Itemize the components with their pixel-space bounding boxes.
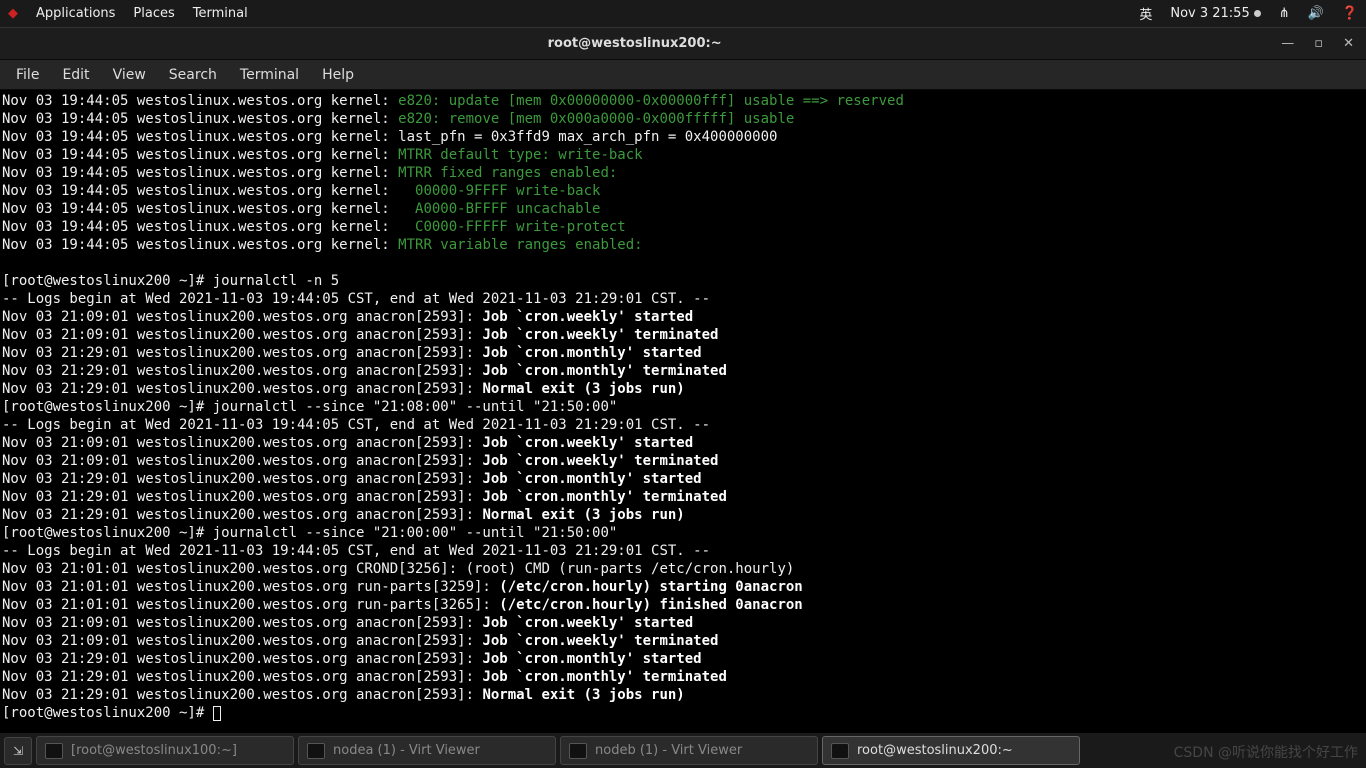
places-menu[interactable]: Places: [133, 6, 174, 21]
network-icon[interactable]: ⋔: [1279, 6, 1290, 21]
menu-help[interactable]: Help: [312, 64, 364, 86]
taskbar-item-nodeb[interactable]: nodeb (1) - Virt Viewer: [560, 736, 818, 765]
window-title: root@westoslinux200:~: [0, 36, 1269, 51]
terminal-icon: [45, 743, 63, 759]
taskbar-item-terminal-200[interactable]: root@westoslinux200:~: [822, 736, 1080, 765]
virt-viewer-icon: [307, 743, 325, 759]
help-icon[interactable]: ❓: [1342, 6, 1358, 21]
clock[interactable]: Nov 3 21:55: [1170, 6, 1260, 21]
maximize-button[interactable]: ▫: [1314, 36, 1323, 51]
close-button[interactable]: ✕: [1343, 36, 1354, 51]
volume-icon[interactable]: 🔊: [1308, 6, 1324, 21]
show-desktop-button[interactable]: ⇲: [4, 737, 32, 765]
menu-search[interactable]: Search: [159, 64, 227, 86]
menu-bar: File Edit View Search Terminal Help: [0, 60, 1366, 90]
top-panel: ◆ Applications Places Terminal 英 Nov 3 2…: [0, 0, 1366, 27]
menu-view[interactable]: View: [103, 64, 156, 86]
terminal-output[interactable]: Nov 03 19:44:05 westoslinux.westos.org k…: [0, 90, 1366, 733]
window-titlebar: root@westoslinux200:~ — ▫ ✕: [0, 27, 1366, 60]
minimize-button[interactable]: —: [1281, 36, 1294, 51]
terminal-icon: [831, 743, 849, 759]
cursor: [213, 706, 221, 721]
applications-menu[interactable]: Applications: [36, 6, 115, 21]
watermark: CSDN @听说你能找个好工作: [1174, 742, 1358, 762]
taskbar: ⇲ [root@westoslinux100:~] nodea (1) - Vi…: [0, 733, 1366, 768]
menu-file[interactable]: File: [6, 64, 49, 86]
menu-edit[interactable]: Edit: [52, 64, 99, 86]
virt-viewer-icon: [569, 743, 587, 759]
taskbar-item-nodea[interactable]: nodea (1) - Virt Viewer: [298, 736, 556, 765]
taskbar-item-terminal-100[interactable]: [root@westoslinux100:~]: [36, 736, 294, 765]
terminal-menu[interactable]: Terminal: [193, 6, 248, 21]
menu-terminal[interactable]: Terminal: [230, 64, 309, 86]
distro-logo-icon: ◆: [8, 6, 18, 21]
ime-indicator[interactable]: 英: [1139, 4, 1152, 23]
